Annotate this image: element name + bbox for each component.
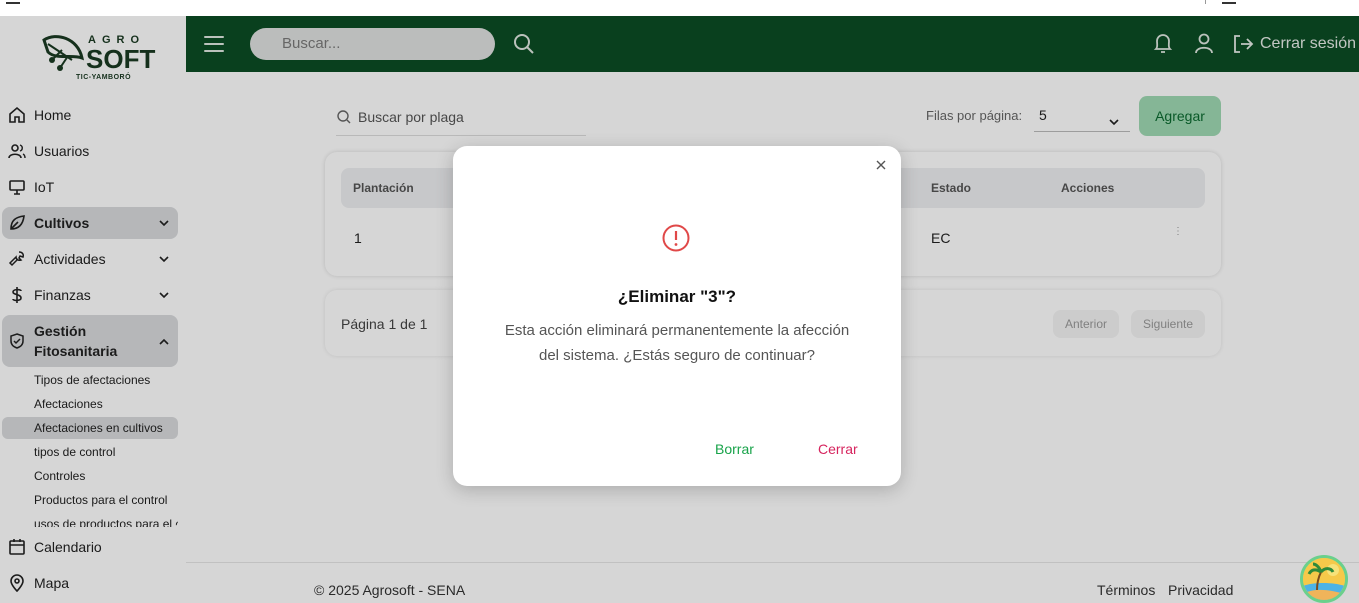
cancel-button[interactable]: Cerrar [818, 441, 858, 457]
assistant-avatar-button[interactable] [1300, 555, 1348, 603]
window-icon [1222, 0, 1236, 4]
window-icon [6, 0, 20, 4]
warning-icon [662, 224, 690, 252]
beach-icon [1303, 558, 1345, 600]
dialog-message: Esta acción eliminará permanentemente la… [504, 322, 850, 364]
divider [1205, 0, 1206, 4]
close-icon[interactable] [874, 158, 888, 172]
dialog-title: ¿Eliminar "3"? [617, 287, 737, 306]
browser-top-strip [0, 0, 1359, 16]
delete-confirm-dialog: ¿Eliminar "3"? Esta acción eliminará per… [453, 146, 901, 486]
confirm-delete-button[interactable]: Borrar [715, 441, 754, 457]
